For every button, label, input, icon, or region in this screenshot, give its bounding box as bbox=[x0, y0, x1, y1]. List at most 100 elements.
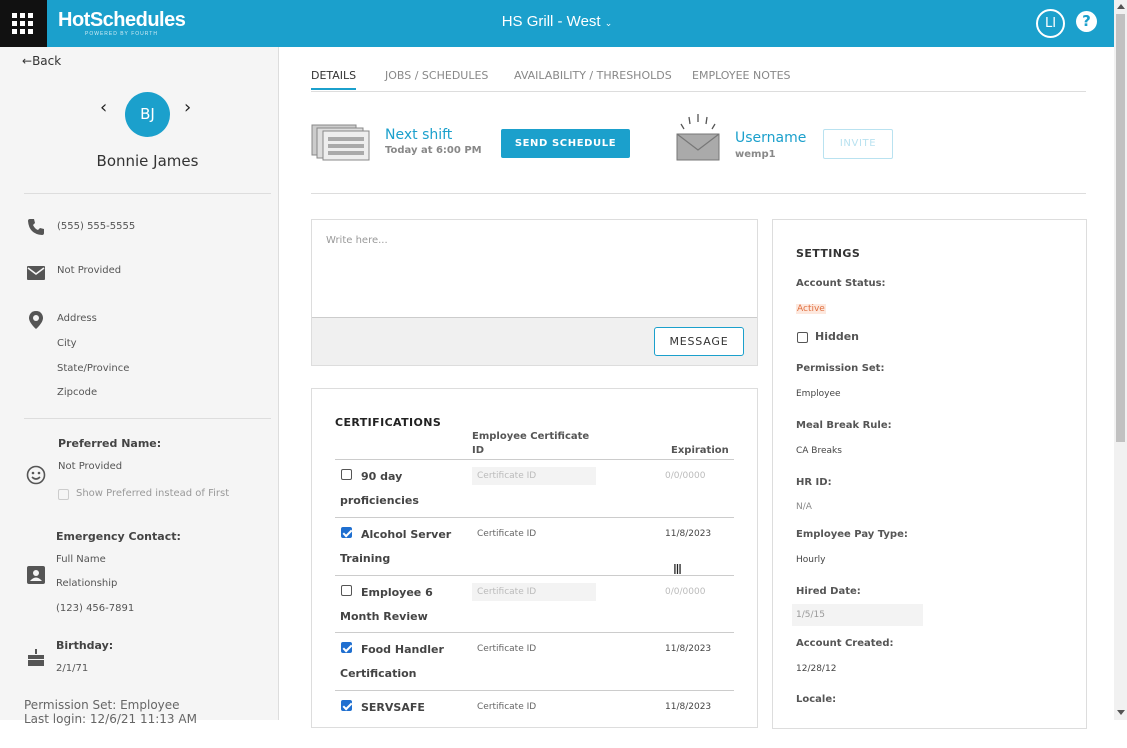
address-state: State/Province bbox=[57, 363, 130, 374]
message-footer: MESSAGE bbox=[312, 317, 757, 365]
certification-expiration[interactable]: 11/8/2023 bbox=[665, 702, 711, 712]
certification-name: Food Handler Certification bbox=[340, 643, 444, 680]
hidden-checkbox[interactable] bbox=[797, 332, 808, 343]
preferred-name-value: Not Provided bbox=[58, 461, 123, 472]
pay-type-label: Employee Pay Type: bbox=[796, 529, 908, 540]
employee-name: Bonnie James bbox=[96, 152, 199, 170]
account-status-label: Account Status: bbox=[796, 278, 886, 289]
scroll-thumb[interactable] bbox=[1116, 14, 1125, 442]
back-link[interactable]: ←Back bbox=[22, 54, 61, 68]
scroll-up-icon[interactable] bbox=[1117, 4, 1125, 9]
detail-tabs: DETAILS JOBS / SCHEDULES AVAILABILITY / … bbox=[311, 68, 1086, 92]
emergency-phone: (123) 456-7891 bbox=[56, 603, 135, 614]
page-scrollbar[interactable] bbox=[1114, 0, 1127, 720]
certificate-id-input[interactable]: Certificate ID bbox=[472, 583, 596, 601]
certificate-id-header: Employee Certificate ID bbox=[472, 431, 590, 456]
emergency-relationship: Relationship bbox=[56, 578, 118, 589]
certification-name: Alcohol Server Training bbox=[340, 528, 452, 565]
locale-label: Locale: bbox=[796, 694, 837, 705]
emergency-contact-label: Emergency Contact: bbox=[56, 530, 181, 543]
tab-availability-thresholds[interactable]: AVAILABILITY / THRESHOLDS bbox=[514, 69, 672, 82]
certifications-title: CERTIFICATIONS bbox=[335, 416, 442, 429]
message-composer: Write here... MESSAGE bbox=[311, 219, 758, 366]
certification-name: 90 day proficiencies bbox=[340, 470, 419, 507]
invite-button[interactable]: INVITE bbox=[823, 129, 893, 159]
phone-icon bbox=[28, 219, 44, 235]
certificate-id-input[interactable]: Certificate ID bbox=[472, 698, 596, 716]
meal-break-value[interactable]: CA Breaks bbox=[796, 446, 842, 456]
store-selector[interactable]: HS Grill - West ⌄ bbox=[0, 13, 1114, 30]
smiley-icon bbox=[26, 465, 46, 485]
meal-break-label: Meal Break Rule: bbox=[796, 420, 892, 431]
certification-expiration[interactable]: 11/8/2023 bbox=[665, 644, 711, 654]
username-value: wemp1 bbox=[735, 149, 776, 160]
next-shift-label: Next shift bbox=[385, 127, 453, 143]
username-label: Username bbox=[735, 130, 807, 146]
scroll-down-icon[interactable] bbox=[1117, 710, 1125, 715]
divider bbox=[311, 193, 1086, 194]
last-login-footer: Last login: 12/6/21 11:13 AM bbox=[24, 712, 197, 726]
address-zip: Zipcode bbox=[57, 387, 98, 398]
previous-employee-icon[interactable]: ‹ bbox=[100, 97, 107, 118]
certification-name: Employee 6 Month Review bbox=[340, 586, 433, 623]
certifications-panel: CERTIFICATIONS Employee Certificate ID E… bbox=[311, 388, 758, 728]
certification-expiration[interactable]: 0/0/0000 bbox=[665, 587, 705, 597]
employee-avatar: BJ bbox=[125, 92, 170, 137]
certificate-id-input[interactable]: Certificate ID bbox=[472, 467, 596, 485]
show-preferred-label: Show Preferred instead of First bbox=[76, 488, 230, 499]
emergency-name: Full Name bbox=[56, 554, 106, 565]
email-icon bbox=[27, 266, 45, 280]
message-button[interactable]: MESSAGE bbox=[654, 327, 744, 356]
top-bar: HotSchedules POWERED BY FOURTH HS Grill … bbox=[0, 0, 1114, 47]
tab-employee-notes[interactable]: EMPLOYEE NOTES bbox=[692, 69, 791, 82]
pay-type-value: Hourly bbox=[796, 555, 826, 565]
certificate-id-input[interactable]: Certificate ID bbox=[472, 525, 596, 543]
hired-date-field[interactable]: 1/5/15 bbox=[792, 604, 923, 626]
send-schedule-button[interactable]: SEND SCHEDULE bbox=[501, 129, 630, 158]
expiration-header: Expiration bbox=[671, 445, 729, 456]
hr-id-value: N/A bbox=[796, 502, 812, 512]
certification-expiration[interactable]: 11/8/2023 bbox=[665, 529, 711, 539]
message-input[interactable]: Write here... bbox=[326, 235, 388, 246]
contact-card-icon bbox=[27, 566, 45, 584]
birthday-label: Birthday: bbox=[56, 639, 114, 652]
birthday-value: 2/1/71 bbox=[56, 663, 89, 674]
certification-row: 90 day proficiencies Certificate ID 0/0/… bbox=[335, 459, 734, 517]
phone-number: (555) 555-5555 bbox=[57, 221, 136, 232]
address-line: Address bbox=[57, 313, 97, 324]
divider bbox=[24, 418, 271, 419]
status-badge: Active bbox=[796, 304, 826, 314]
envelope-icon bbox=[676, 114, 720, 161]
birthday-cake-icon bbox=[28, 649, 44, 666]
permission-set-label: Permission Set: bbox=[796, 363, 885, 374]
tab-jobs-schedules[interactable]: JOBS / SCHEDULES bbox=[385, 69, 488, 82]
divider bbox=[24, 193, 271, 194]
store-name: HS Grill - West bbox=[501, 13, 601, 30]
text-cursor-icon: Ⅲ bbox=[673, 563, 682, 578]
schedule-cards-icon bbox=[311, 124, 370, 161]
tab-details[interactable]: DETAILS bbox=[311, 69, 357, 90]
hidden-label: Hidden bbox=[815, 330, 860, 343]
address-city: City bbox=[57, 338, 77, 349]
certification-row: Food Handler Certification Certificate I… bbox=[335, 632, 734, 690]
next-shift-value: Today at 6:00 PM bbox=[385, 145, 482, 156]
account-created-label: Account Created: bbox=[796, 638, 894, 649]
chevron-down-icon: ⌄ bbox=[604, 18, 613, 28]
permission-set-value[interactable]: Employee bbox=[796, 389, 841, 399]
preferred-name-label: Preferred Name: bbox=[58, 437, 162, 450]
account-status-value[interactable]: Active bbox=[796, 304, 826, 314]
user-avatar[interactable]: LI bbox=[1036, 9, 1065, 38]
show-preferred-checkbox[interactable] bbox=[58, 489, 69, 500]
employee-sidebar: ←Back ‹ BJ › Bonnie James (555) 555-5555… bbox=[0, 47, 279, 726]
arrow-left-icon: ← bbox=[22, 54, 33, 68]
account-created-value: 12/28/12 bbox=[796, 664, 837, 674]
certification-expiration[interactable]: 0/0/0000 bbox=[665, 471, 705, 481]
certificate-id-input[interactable]: Certificate ID bbox=[472, 640, 596, 658]
certification-name: SERVSAFE bbox=[361, 701, 425, 714]
next-employee-icon[interactable]: › bbox=[184, 97, 191, 118]
settings-title: SETTINGS bbox=[796, 247, 861, 260]
email-value: Not Provided bbox=[57, 265, 122, 276]
help-icon[interactable]: ? bbox=[1076, 11, 1097, 32]
hired-date-label: Hired Date: bbox=[796, 586, 861, 597]
location-pin-icon bbox=[29, 311, 43, 329]
